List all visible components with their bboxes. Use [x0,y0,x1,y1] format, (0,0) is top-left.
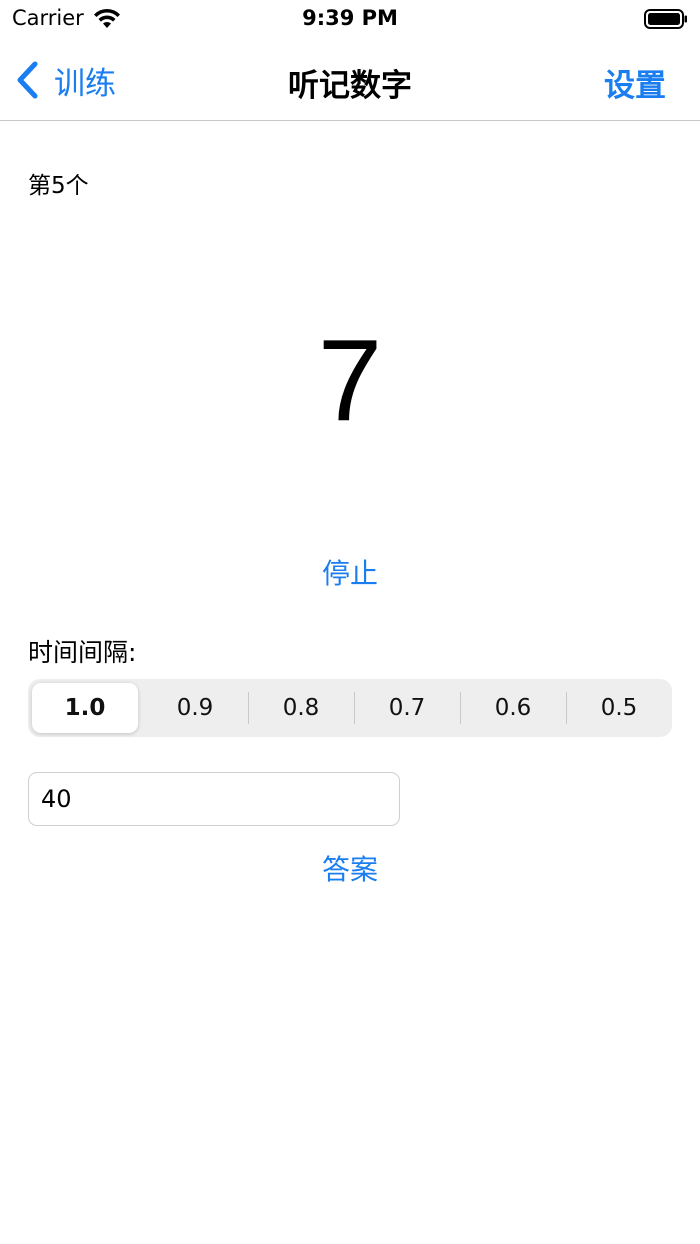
status-bar: Carrier 9:39 PM [0,0,700,40]
settings-button[interactable]: 设置 [604,60,666,105]
segment-divider [566,692,567,724]
segment-divider [354,692,355,724]
interval-option[interactable]: 0.8 [248,679,354,737]
interval-option[interactable]: 0.6 [460,679,566,737]
interval-option[interactable]: 1.0 [32,683,138,733]
item-counter: 第5个 [28,173,89,199]
battery-icon [644,9,687,29]
answer-input[interactable] [28,772,400,826]
segment-divider [248,692,249,724]
segment-divider [460,692,461,724]
interval-option[interactable]: 0.5 [566,679,672,737]
interval-option[interactable]: 0.7 [354,679,460,737]
navigation-bar: 训练 听记数字 设置 [0,40,700,121]
clock: 9:39 PM [302,6,398,30]
interval-segmented-control: 1.0 0.9 0.8 0.7 0.6 0.5 [28,679,672,737]
current-digit: 7 [317,315,383,445]
stop-button[interactable]: 停止 [0,552,700,592]
page-title: 听记数字 [288,68,412,104]
interval-option[interactable]: 0.9 [142,679,248,737]
answer-button[interactable]: 答案 [0,848,700,888]
interval-label: 时间间隔: [28,638,137,667]
